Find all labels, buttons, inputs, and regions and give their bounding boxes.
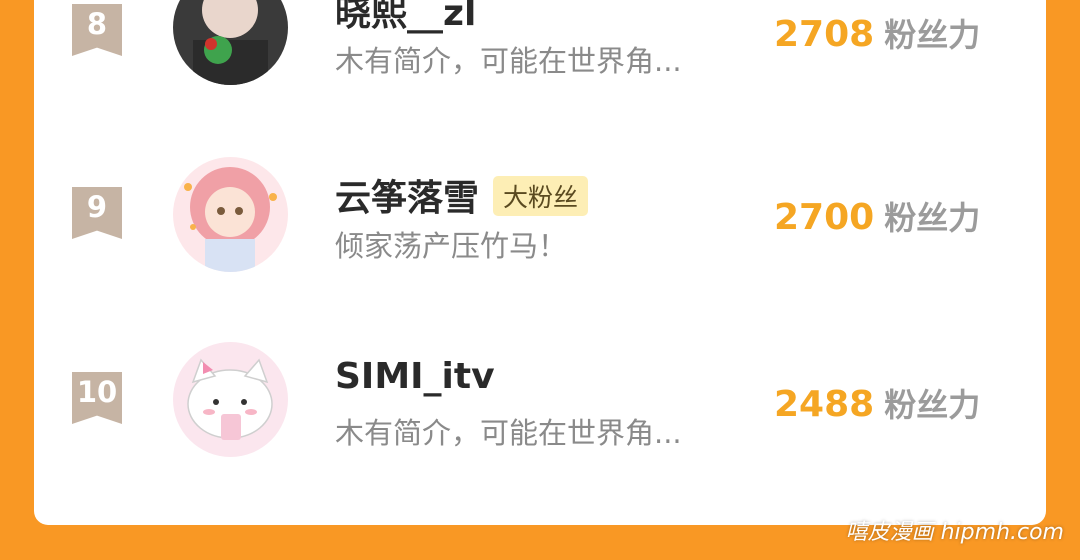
list-item[interactable]: 9 云筝落雪 大粉丝 倾家荡产压竹马！ 2700 粉丝力	[34, 153, 1046, 283]
user-name[interactable]: SIMI_itv	[335, 356, 495, 397]
fan-power: 2708 粉丝力	[774, 10, 980, 56]
user-name-text: 云筝落雪	[335, 178, 480, 219]
user-name-text: 晓熙__zl	[335, 0, 477, 34]
fan-power-value: 2708	[774, 14, 875, 55]
list-item[interactable]: 8 晓熙__zl 木有简介，可能在世界角... 2708 粉丝力	[34, 0, 1046, 100]
user-intro: 木有简介，可能在世界角...	[335, 44, 682, 78]
fan-ranking-card: 8 晓熙__zl 木有简介，可能在世界角... 2708 粉丝力 9 云筝落雪 …	[34, 0, 1046, 525]
user-name-text: SIMI_itv	[335, 356, 495, 397]
rank-ribbon: 10	[72, 372, 122, 424]
fan-power-value: 2700	[774, 197, 875, 238]
avatar[interactable]	[173, 342, 288, 457]
user-intro: 木有简介，可能在世界角...	[335, 416, 682, 450]
fan-power: 2700 粉丝力	[774, 193, 980, 239]
list-item[interactable]: 10 SIMI_itv 木有简介，可能在世界角... 2488 粉丝力	[34, 338, 1046, 468]
user-name[interactable]: 云筝落雪 大粉丝	[335, 169, 589, 221]
fan-power-unit: 粉丝力	[884, 199, 981, 237]
avatar[interactable]	[173, 0, 288, 85]
big-fan-badge: 大粉丝	[493, 176, 589, 216]
user-intro: 倾家荡产压竹马！	[335, 229, 568, 263]
rank-ribbon: 9	[72, 187, 122, 239]
fan-power-unit: 粉丝力	[884, 16, 981, 54]
fan-power: 2488 粉丝力	[774, 380, 980, 426]
watermark: 嘻皮漫画 hipmh.com	[845, 520, 1064, 545]
fan-power-value: 2488	[774, 384, 875, 425]
rank-ribbon: 8	[72, 4, 122, 56]
user-name[interactable]: 晓熙__zl	[335, 0, 476, 36]
fan-power-unit: 粉丝力	[884, 386, 981, 424]
avatar[interactable]	[173, 157, 288, 272]
